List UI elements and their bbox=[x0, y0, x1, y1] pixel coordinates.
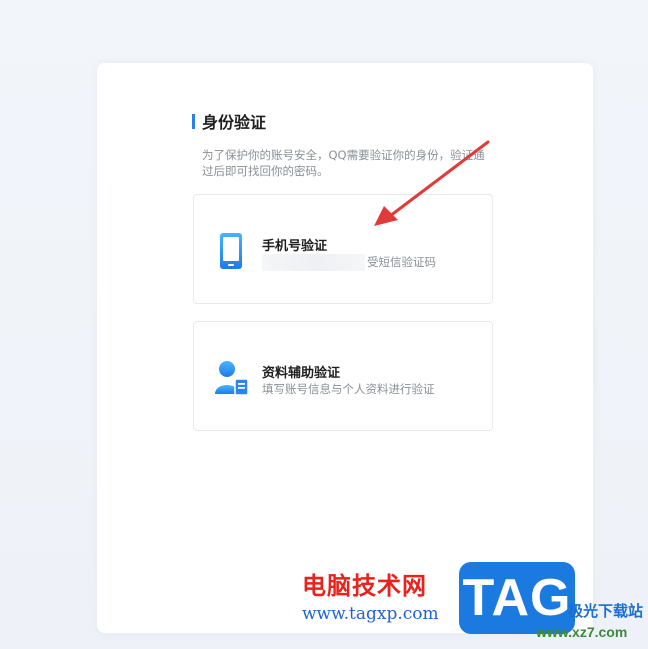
page-title: 身份验证 bbox=[192, 109, 266, 133]
user-card-icon bbox=[215, 361, 249, 396]
phone-option-subtitle: 受短信验证码 bbox=[262, 254, 436, 271]
annotation-arrow bbox=[374, 140, 490, 226]
site-url: www.xz7.com bbox=[536, 624, 628, 640]
info-option-title: 资料辅助验证 bbox=[262, 366, 341, 381]
title-accent-bar bbox=[192, 113, 195, 129]
watermark: 电脑技术网 www.tagxp.com bbox=[302, 566, 439, 624]
info-option-subtitle: 填写账号信息与个人资料进行验证 bbox=[262, 382, 435, 396]
verification-card: 身份验证 为了保护你的账号安全，QQ需要验证你的身份，验证通过后即可找回你的密码… bbox=[97, 63, 593, 633]
phone-icon bbox=[220, 233, 242, 269]
phone-option-title: 手机号验证 bbox=[262, 239, 328, 254]
phone-option-subtitle-text: 受短信验证码 bbox=[367, 255, 436, 269]
masked-phone-number bbox=[262, 254, 365, 271]
watermark-brand-cn: 电脑技术网 bbox=[302, 572, 427, 600]
watermark-brand-url: www.tagxp.com bbox=[302, 604, 439, 624]
info-verification-option[interactable]: 资料辅助验证 填写账号信息与个人资料进行验证 bbox=[193, 321, 493, 431]
site-name-cn: 极光下载站 bbox=[568, 602, 644, 620]
page-title-text: 身份验证 bbox=[202, 113, 267, 132]
